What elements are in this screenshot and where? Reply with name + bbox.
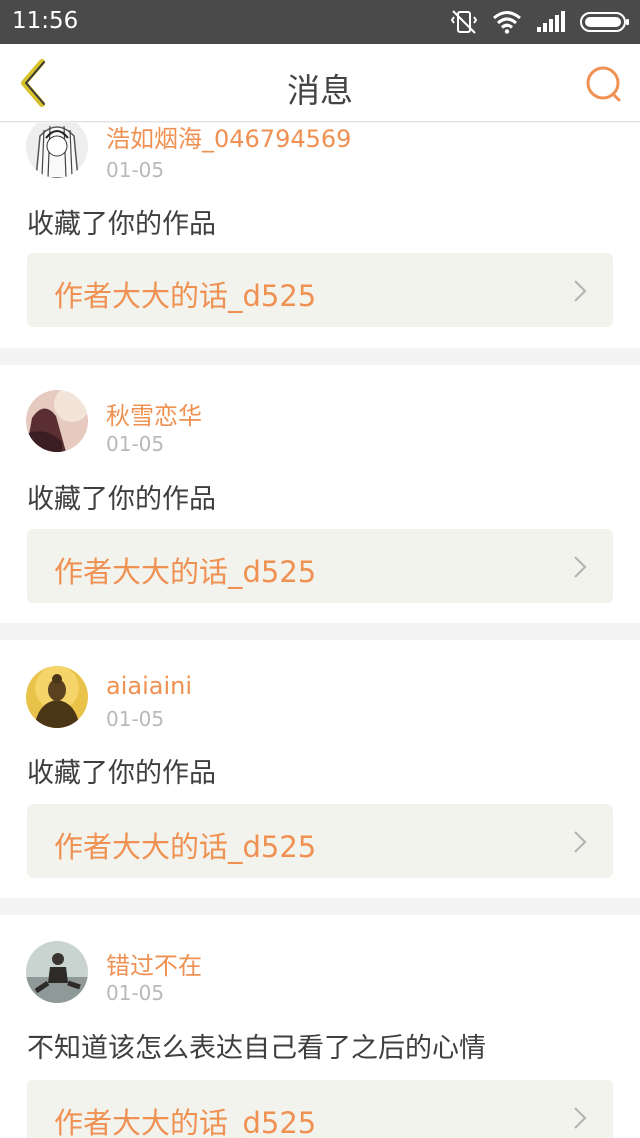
list-item: 秋雪恋华 01-05 收藏了你的作品 作者大大的话_d525 — [0, 365, 640, 623]
message-list: 浩如烟海_046794569 01-05 收藏了你的作品 作者大大的话_d525… — [0, 123, 640, 1138]
chevron-right-icon — [574, 1107, 587, 1129]
status-time: 11:56 — [12, 8, 79, 34]
vibrate-off-icon — [450, 10, 478, 34]
work-link-label: 作者大大的话_d525 — [54, 1106, 317, 1138]
sender-name[interactable]: 秋雪恋华 — [106, 396, 202, 431]
avatar[interactable] — [26, 666, 88, 728]
work-link-label: 作者大大的话_d525 — [54, 279, 317, 313]
sender-name[interactable]: aiaiaini — [106, 672, 192, 700]
message-text: 收藏了你的作品 — [27, 484, 216, 515]
work-link-label: 作者大大的话_d525 — [54, 555, 317, 589]
message-date: 01-05 — [106, 432, 165, 456]
list-item: aiaiaini 01-05 收藏了你的作品 作者大大的话_d525 — [0, 640, 640, 898]
message-text: 不知道该怎么表达自己看了之后的心情 — [27, 1033, 486, 1064]
message-date: 01-05 — [106, 981, 165, 1005]
work-link[interactable]: 作者大大的话_d525 — [27, 1080, 613, 1138]
work-link[interactable]: 作者大大的话_d525 — [27, 529, 613, 603]
anime-sketch-avatar — [26, 123, 88, 178]
status-icons — [450, 8, 630, 36]
person-sitting-avatar — [26, 941, 88, 1003]
message-text: 收藏了你的作品 — [27, 209, 216, 240]
search-icon[interactable] — [584, 64, 624, 104]
work-link[interactable]: 作者大大的话_d525 — [27, 253, 613, 327]
chevron-right-icon — [574, 280, 587, 302]
work-link[interactable]: 作者大大的话_d525 — [27, 804, 613, 878]
portrait-avatar — [26, 390, 88, 452]
message-date: 01-05 — [106, 158, 165, 182]
avatar[interactable] — [26, 941, 88, 1003]
chevron-right-icon — [574, 556, 587, 578]
list-item: 浩如烟海_046794569 01-05 收藏了你的作品 作者大大的话_d525 — [0, 123, 640, 348]
buddha-avatar — [26, 666, 88, 728]
nav-bar: 消息 — [0, 44, 640, 122]
sender-name[interactable]: 错过不在 — [106, 946, 202, 981]
work-link-label: 作者大大的话_d525 — [54, 830, 317, 864]
chevron-right-icon — [574, 831, 587, 853]
avatar[interactable] — [26, 123, 88, 178]
signal-icon — [537, 11, 565, 32]
avatar[interactable] — [26, 390, 88, 452]
battery-icon — [580, 12, 629, 32]
status-bar: 11:56 — [0, 0, 640, 44]
wifi-icon — [493, 11, 521, 34]
sender-name[interactable]: 浩如烟海_046794569 — [106, 123, 351, 154]
message-text: 收藏了你的作品 — [27, 758, 216, 789]
message-date: 01-05 — [106, 707, 165, 731]
page-title: 消息 — [287, 71, 353, 110]
list-item: 错过不在 01-05 不知道该怎么表达自己看了之后的心情 作者大大的话_d525 — [0, 915, 640, 1138]
